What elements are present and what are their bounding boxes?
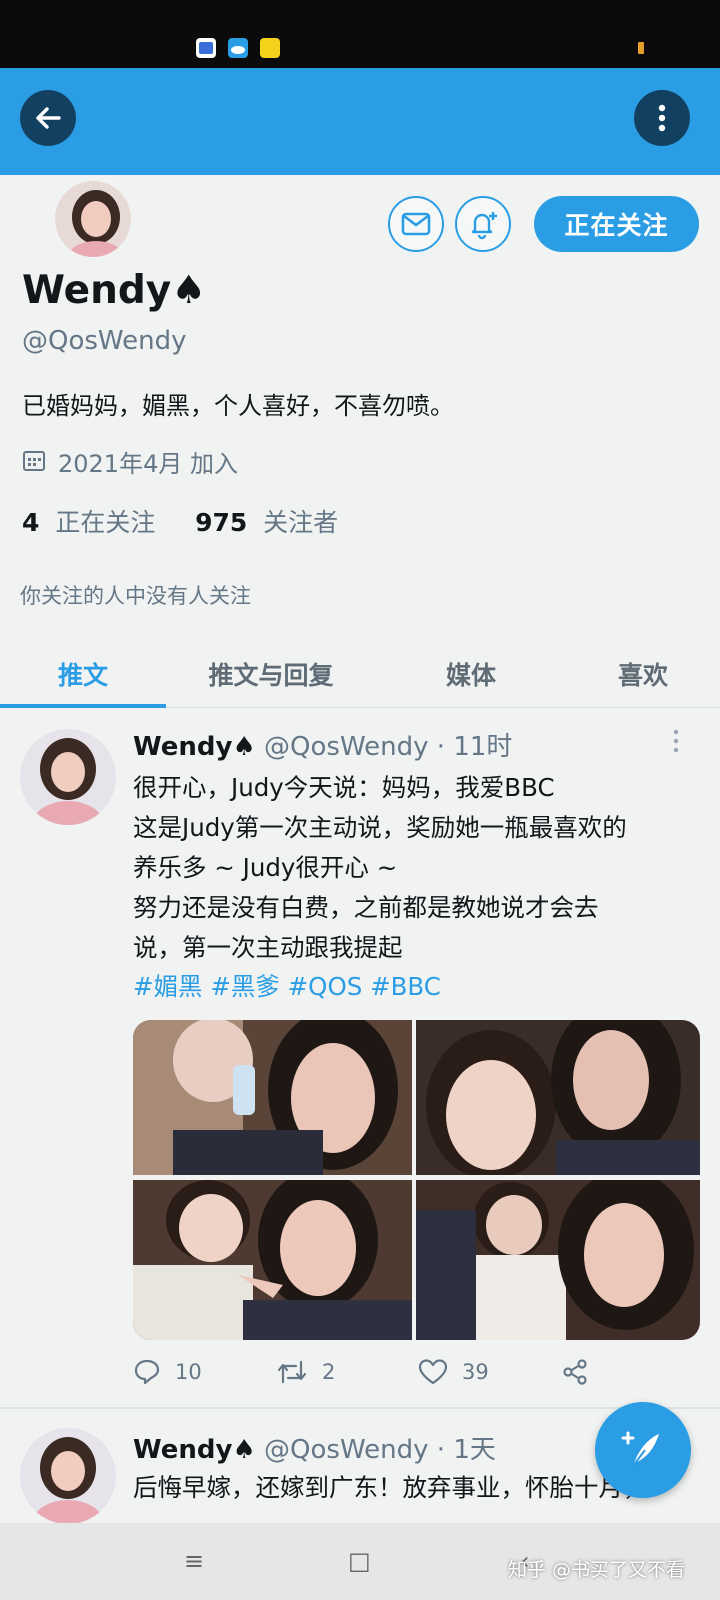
tweet-photo[interactable] — [133, 1020, 412, 1175]
profile-name-text: Wendy — [22, 268, 172, 313]
tweet-line: 很开心，Judy今天说：妈妈，我爱BBC — [133, 773, 555, 802]
following-count: 4 — [22, 508, 40, 537]
profile-handle: @QosWendy — [22, 326, 187, 356]
reply-icon — [134, 1359, 160, 1385]
compose-tweet-button[interactable] — [595, 1402, 691, 1498]
watermark-text: 知乎 @书买了又不看 — [508, 1559, 686, 1581]
spade-emoji: ♠ — [232, 1435, 256, 1465]
tab-media[interactable]: 媒体 — [376, 640, 566, 708]
reply-count: 10 — [175, 1360, 202, 1384]
tweet-time: 1天 — [453, 1435, 496, 1465]
more-options-button[interactable] — [634, 90, 690, 146]
tweet-avatar[interactable] — [20, 729, 116, 825]
notification-subscribe-button[interactable] — [455, 196, 511, 252]
followers-count: 975 — [195, 508, 248, 537]
tweet-divider — [0, 1407, 720, 1409]
bell-plus-icon — [471, 212, 497, 240]
tweet-author-name[interactable]: Wendy — [133, 1435, 232, 1465]
followers-label: 关注者 — [263, 508, 339, 537]
following-label: 正在关注 — [55, 508, 156, 537]
profile-avatar[interactable] — [52, 178, 134, 260]
tweet-line: 养乐多 ~ Judy很开心 ~ — [133, 853, 398, 882]
profile-bio: 已婚妈妈，媚黑，个人喜好，不喜勿喷。 — [22, 392, 454, 420]
mail-icon — [401, 212, 431, 236]
tweet-header: Wendy♠ @QosWendy · 1天 — [133, 1429, 496, 1466]
joined-date: 2021年4月 加入 — [22, 443, 238, 479]
active-tab-indicator — [0, 704, 166, 708]
tweet-author-name[interactable]: Wendy — [133, 732, 232, 762]
separator-dot: · — [436, 1435, 446, 1465]
message-button[interactable] — [388, 196, 444, 252]
like-count: 39 — [462, 1360, 489, 1384]
retweet-count: 2 — [322, 1360, 336, 1384]
recent-apps-button[interactable]: ≡ — [184, 1547, 204, 1575]
joined-text: 2021年4月 加入 — [58, 449, 238, 478]
follow-stats: 4 正在关注 975 关注者 — [22, 503, 338, 539]
app-notification-icon — [196, 38, 216, 58]
share-button[interactable] — [561, 1358, 603, 1386]
tweet-photo[interactable] — [416, 1020, 700, 1175]
profile-tabs: 推文 推文与回复 媒体 喜欢 — [0, 640, 720, 708]
tweet-hashtags[interactable]: #媚黑 #黑爹 #QOS #BBC — [133, 968, 441, 1003]
like-button[interactable]: 39 — [418, 1358, 489, 1386]
following-stat[interactable]: 4 正在关注 — [22, 508, 155, 537]
separator-dot: · — [436, 732, 446, 762]
tweet-avatar[interactable] — [20, 1428, 116, 1524]
tweet-time: 11时 — [453, 732, 513, 762]
tweet-photo[interactable] — [416, 1180, 700, 1340]
more-vertical-icon — [658, 104, 666, 132]
tweet-line: 努力还是没有白费，之前都是教她说才会去 — [133, 893, 599, 922]
share-icon — [563, 1359, 587, 1385]
home-button[interactable]: □ — [348, 1547, 371, 1575]
tab-likes[interactable]: 喜欢 — [566, 640, 720, 708]
spade-emoji: ♠ — [171, 268, 207, 313]
tweet-text: 很开心，Judy今天说：妈妈，我爱BBC 这是Judy第一次主动说，奖励她一瓶最… — [133, 768, 703, 968]
retweet-button[interactable]: 2 — [276, 1358, 335, 1386]
back-button[interactable] — [20, 90, 76, 146]
more-vertical-icon — [673, 729, 679, 753]
profile-name: Wendy♠ — [22, 268, 206, 313]
calendar-icon — [23, 451, 45, 471]
tweet-line: 这是Judy第一次主动说，奖励她一瓶最喜欢的 — [133, 813, 627, 842]
retweet-icon — [277, 1360, 307, 1384]
tweet-media-grid — [133, 1020, 700, 1340]
app-bar — [0, 68, 720, 175]
followers-stat[interactable]: 975 关注者 — [195, 508, 338, 537]
battery-icon — [638, 42, 644, 54]
tab-tweets-and-replies[interactable]: 推文与回复 — [166, 640, 376, 708]
system-navigation-bar: ≡ □ ‹ 知乎 @书买了又不看 — [0, 1523, 720, 1600]
tweet-actions: 10 2 39 — [133, 1358, 693, 1398]
reply-button[interactable]: 10 — [133, 1358, 202, 1386]
tweet-author-handle: @QosWendy — [264, 732, 429, 762]
status-bar — [0, 0, 720, 68]
followed-by-note: 你关注的人中没有人关注 — [20, 584, 251, 608]
spade-emoji: ♠ — [232, 732, 256, 762]
tab-tweets[interactable]: 推文 — [0, 640, 166, 708]
tweet-author-handle: @QosWendy — [264, 1435, 429, 1465]
heart-icon — [418, 1359, 448, 1385]
app-badge-icon — [260, 38, 280, 58]
tweet-more-button[interactable] — [672, 728, 680, 760]
arrow-left-icon — [36, 107, 61, 129]
following-button[interactable]: 正在关注 — [534, 196, 699, 252]
tweet-photo[interactable] — [133, 1180, 412, 1340]
tweet-header: Wendy♠ @QosWendy · 11时 — [133, 726, 512, 763]
tweet-line: 说，第一次主动跟我提起 — [133, 933, 403, 962]
compose-feather-icon — [621, 1431, 659, 1467]
cloud-notification-icon — [228, 38, 248, 58]
